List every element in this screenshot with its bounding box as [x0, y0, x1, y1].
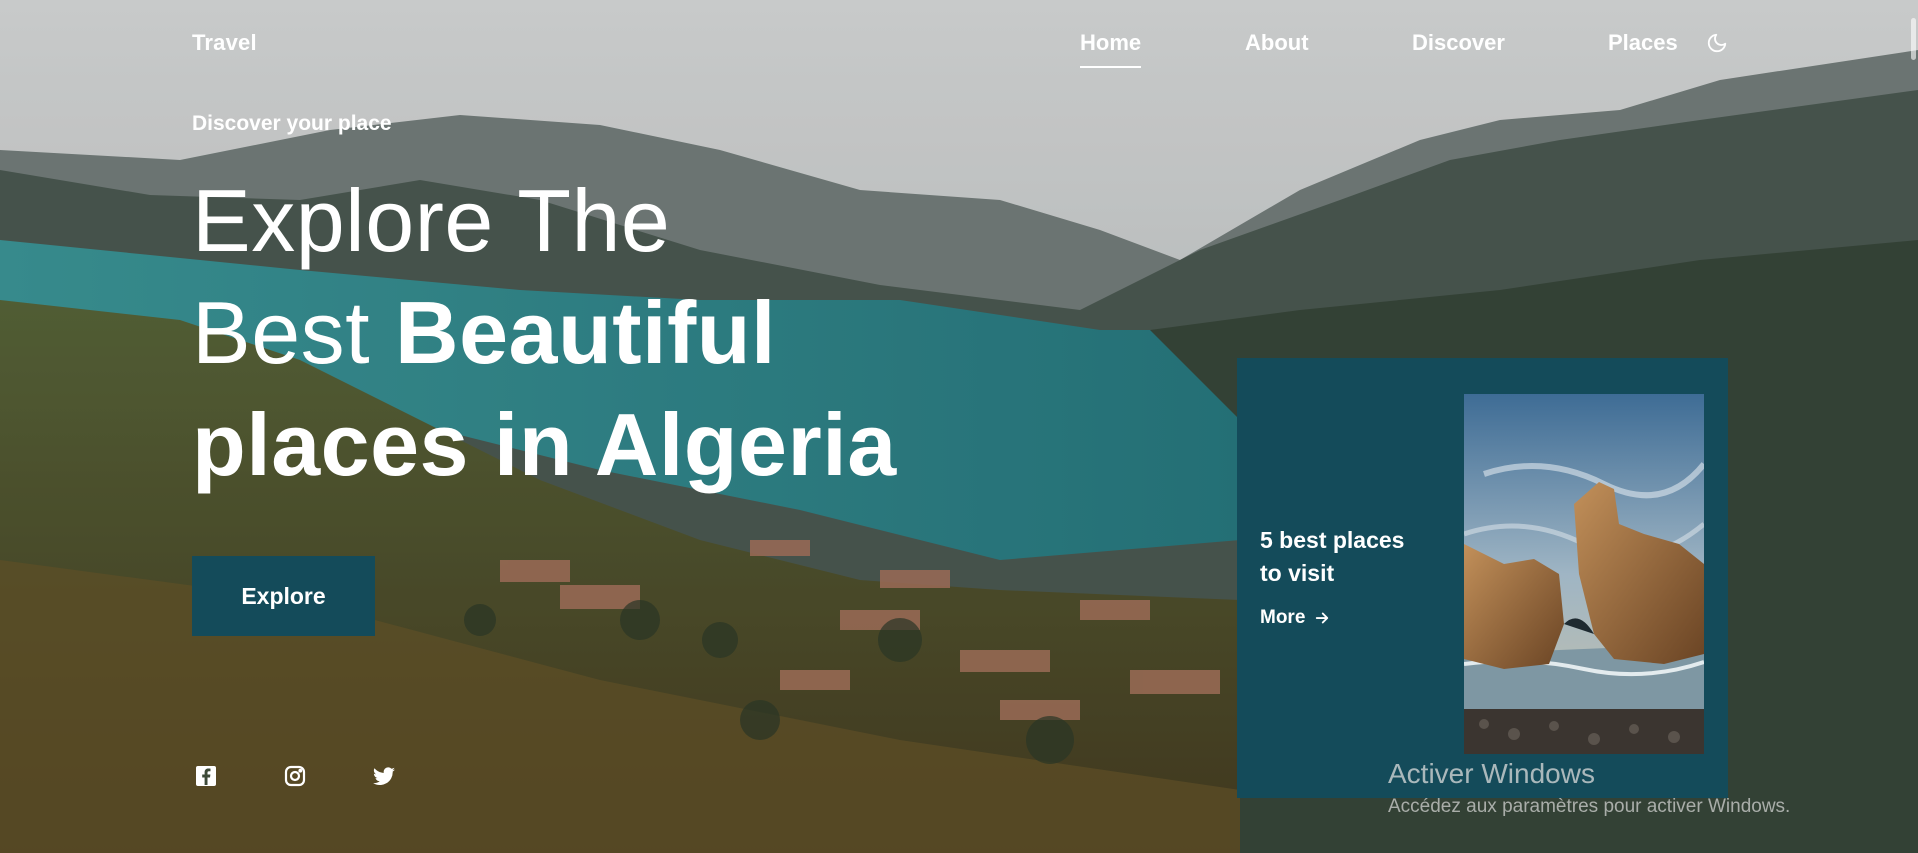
- hero-title-line-2: Best Beautiful: [192, 277, 897, 389]
- hero-title-line-3: places in Algeria: [192, 395, 897, 494]
- hero-title-line-1: Explore The: [192, 171, 671, 270]
- top-navigation: Travel Home About Discover Places: [0, 0, 1918, 90]
- hero-title-line-2-bold: Beautiful: [395, 283, 776, 382]
- card-more-label: More: [1260, 607, 1306, 628]
- nav-item-home[interactable]: Home: [1080, 30, 1142, 68]
- scrollbar-thumb[interactable]: [1911, 18, 1916, 60]
- nav-item-places[interactable]: Places: [1608, 30, 1678, 56]
- explore-button[interactable]: Explore: [192, 556, 375, 636]
- windows-activation-title: Activer Windows: [1388, 758, 1595, 789]
- instagram-icon[interactable]: [283, 764, 307, 788]
- hero-title: Explore The Best Beautiful places in Alg…: [192, 165, 897, 501]
- windows-activation-subtitle: Accédez aux paramètres pour activer Wind…: [1388, 796, 1791, 817]
- twitter-icon[interactable]: [372, 764, 396, 788]
- card-title: 5 best places to visit: [1260, 527, 1405, 586]
- nav-item-discover[interactable]: Discover: [1412, 30, 1505, 56]
- scrollbar[interactable]: [1909, 0, 1918, 853]
- facebook-icon[interactable]: [194, 764, 218, 788]
- hero-subtitle: Discover your place: [192, 112, 392, 135]
- hero-title-line-2-light: Best: [192, 283, 396, 382]
- card-more-link[interactable]: More: [1260, 607, 1331, 629]
- card-image: [1464, 394, 1704, 754]
- featured-card: 5 best places to visit More: [1237, 358, 1728, 798]
- moon-icon[interactable]: [1706, 32, 1728, 54]
- arrow-right-icon: [1316, 612, 1329, 624]
- nav-item-about[interactable]: About: [1245, 30, 1309, 56]
- logo[interactable]: Travel: [192, 30, 257, 56]
